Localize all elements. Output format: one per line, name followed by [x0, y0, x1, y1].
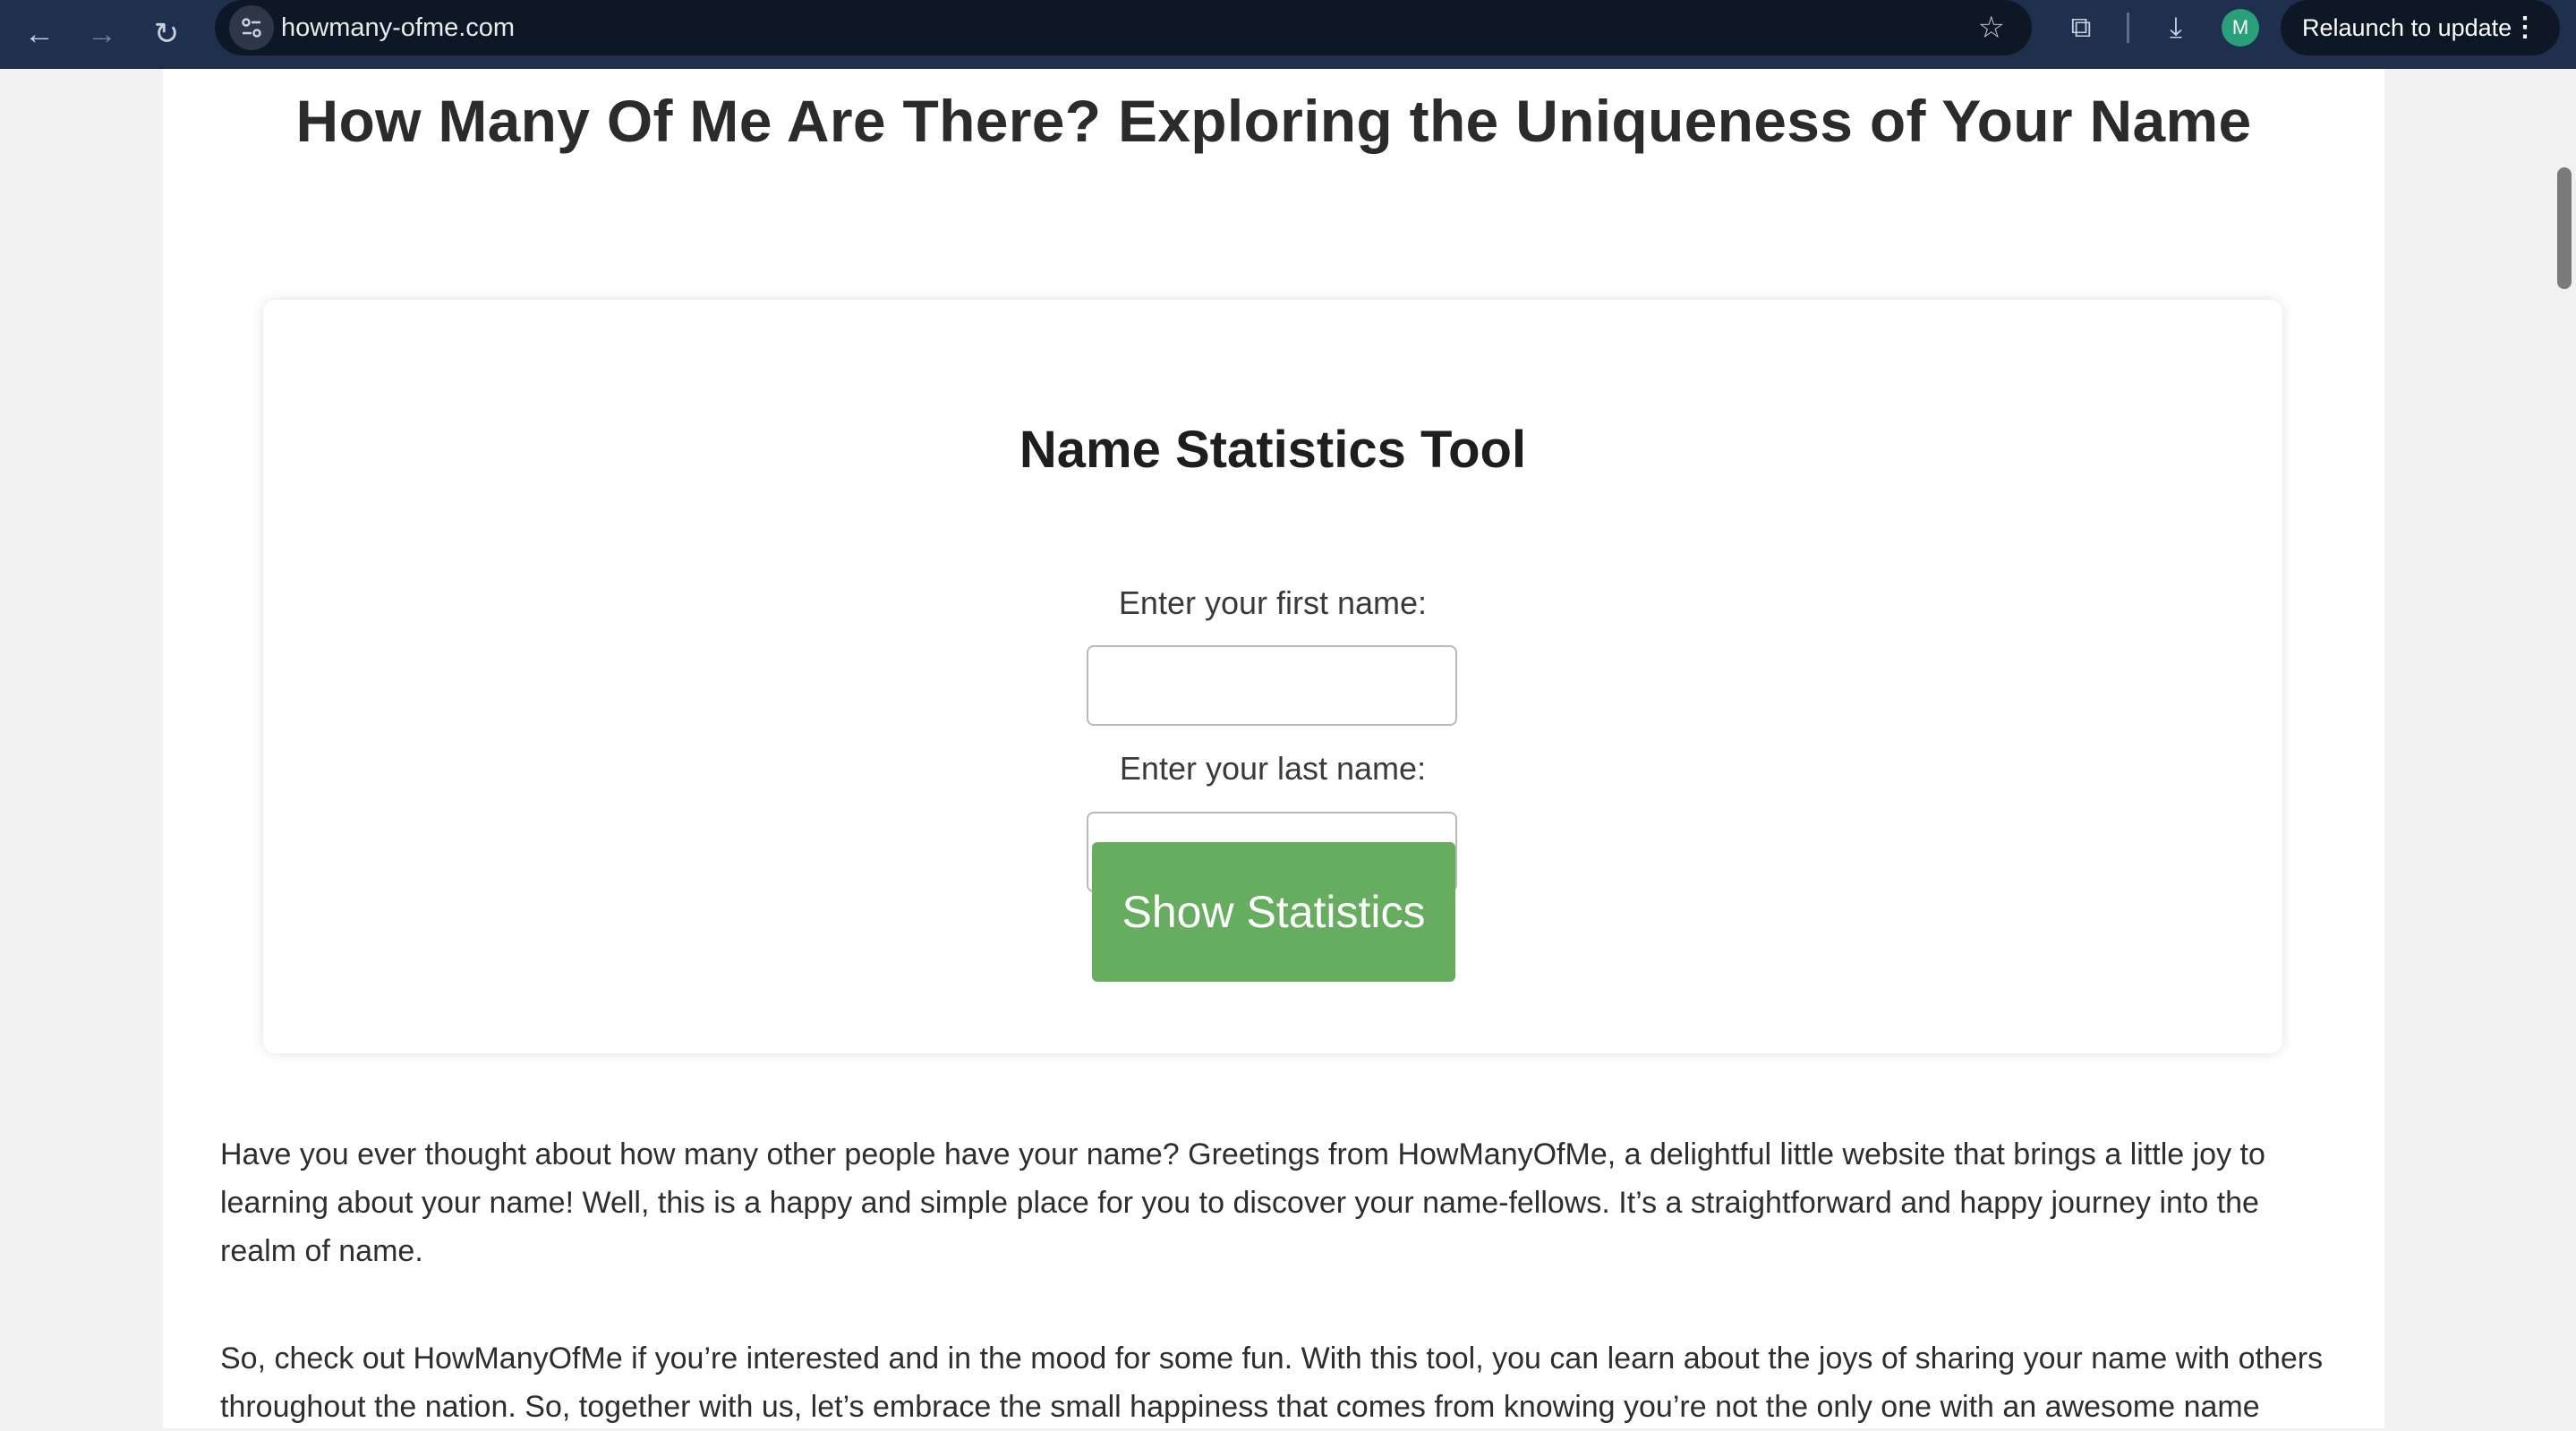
scrollbar-thumb[interactable]: [2557, 167, 2572, 289]
intro-paragraph: Have you ever thought about how many oth…: [220, 1137, 2265, 1268]
last-name-label: Enter your last name:: [1119, 750, 1427, 787]
second-paragraph: So, check out HowManyOfMe if you’re inte…: [220, 1342, 2324, 1424]
address-bar[interactable]: howmany-ofme.com ☆: [215, 0, 2032, 55]
page-title: How Many Of Me Are There? Exploring the …: [295, 88, 2252, 154]
site-info-icon[interactable]: [229, 5, 274, 50]
url-text[interactable]: howmany-ofme.com: [281, 0, 515, 55]
relaunch-button[interactable]: Relaunch to update ⋮: [2281, 0, 2560, 55]
bookmark-star-icon[interactable]: ☆: [1978, 0, 2005, 55]
menu-icon[interactable]: ⋮: [2512, 0, 2538, 55]
first-name-input[interactable]: [1087, 645, 1457, 726]
tool-title: Name Statistics Tool: [1019, 421, 1527, 479]
page-content: How Many Of Me Are There? Exploring the …: [163, 69, 2384, 1428]
profile-avatar[interactable]: M: [2222, 9, 2259, 47]
forward-icon[interactable]: →: [75, 7, 129, 61]
reload-icon[interactable]: ↻: [140, 7, 193, 61]
relaunch-label: Relaunch to update: [2302, 14, 2512, 41]
download-icon[interactable]: ⤓: [2155, 7, 2196, 48]
first-name-label: Enter your first name:: [1118, 584, 1428, 621]
toolbar-divider: [2127, 13, 2129, 43]
scrollbar[interactable]: [2553, 69, 2576, 1428]
browser-toolbar: ← → ↻ howmany-ofme.com ☆ ⧉ ⤓ M Relaunch …: [0, 0, 2576, 69]
extensions-icon[interactable]: ⧉: [2060, 7, 2102, 48]
back-icon[interactable]: ←: [13, 7, 66, 61]
name-statistics-card: Name Statistics Tool Enter your first na…: [263, 300, 2282, 1053]
show-statistics-button[interactable]: Show Statistics: [1092, 842, 1455, 982]
